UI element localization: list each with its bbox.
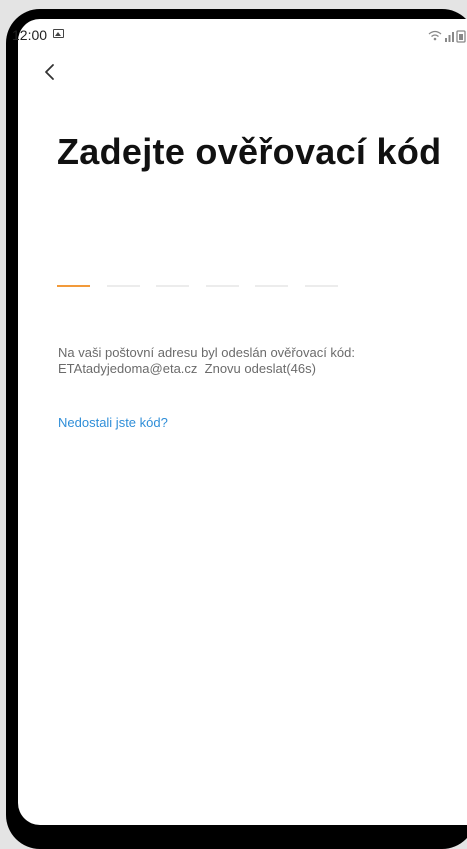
info-email-line: ETAtadyjedoma@eta.cz Znovu odeslat(46s) xyxy=(58,361,355,377)
code-digit-slot-4[interactable] xyxy=(206,285,239,287)
page-title: Zadejte ověřovací kód xyxy=(57,131,442,172)
code-digit-slot-6[interactable] xyxy=(305,285,338,287)
back-button[interactable] xyxy=(38,60,64,86)
code-digit-slot-2[interactable] xyxy=(107,285,140,287)
code-digit-slot-3[interactable] xyxy=(156,285,189,287)
email-address: ETAtadyjedoma@eta.cz xyxy=(58,361,198,376)
code-digit-slot-1[interactable] xyxy=(57,285,90,287)
code-not-received-link[interactable]: Nedostali jste kód? xyxy=(58,415,168,430)
chevron-left-icon xyxy=(45,64,54,80)
wifi-signal-battery-icon xyxy=(428,30,466,43)
status-icons xyxy=(427,28,467,49)
status-time: 12:00 xyxy=(12,27,48,43)
gallery-notification-icon xyxy=(53,29,64,38)
info-message: Na vaši poštovní adresu byl odeslán ověř… xyxy=(58,345,356,360)
verification-info: Na vaši poštovní adresu byl odeslán ověř… xyxy=(58,345,355,377)
resend-code-button[interactable]: Znovu odeslat(46s) xyxy=(205,361,316,376)
code-digit-slot-5[interactable] xyxy=(255,285,288,287)
